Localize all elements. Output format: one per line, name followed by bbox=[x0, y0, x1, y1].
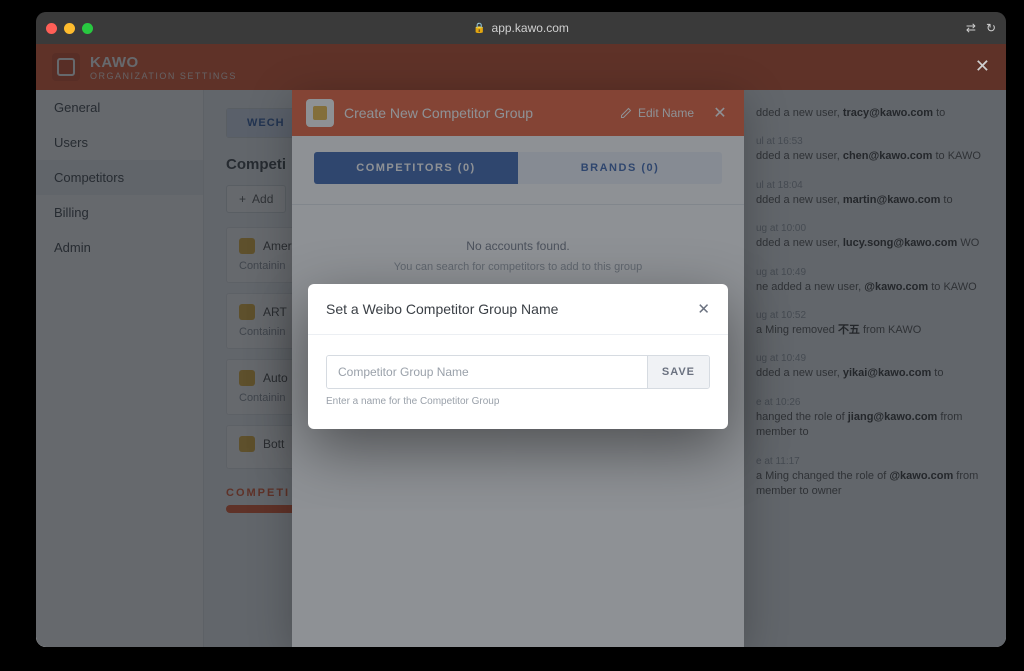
reload-icon[interactable]: ↻ bbox=[986, 21, 996, 35]
close-window-button[interactable] bbox=[46, 23, 57, 34]
group-name-input[interactable] bbox=[327, 356, 647, 388]
dialog-title: Set a Weibo Competitor Group Name bbox=[326, 301, 558, 317]
close-panel-button[interactable]: ✕ bbox=[975, 56, 990, 77]
url-text: app.kawo.com bbox=[492, 21, 569, 35]
maximize-window-button[interactable] bbox=[82, 23, 93, 34]
minimize-window-button[interactable] bbox=[64, 23, 75, 34]
translate-icon[interactable]: ⇄ bbox=[966, 21, 976, 35]
window-controls bbox=[46, 23, 93, 34]
address-bar[interactable]: 🔒 app.kawo.com bbox=[473, 21, 569, 35]
browser-toolbar: 🔒 app.kawo.com ⇄ ↻ bbox=[36, 12, 1006, 44]
input-hint: Enter a name for the Competitor Group bbox=[326, 396, 710, 407]
close-dialog-button[interactable]: ✕ bbox=[697, 300, 710, 318]
name-group-dialog: Set a Weibo Competitor Group Name ✕ SAVE… bbox=[308, 284, 728, 429]
save-button[interactable]: SAVE bbox=[647, 356, 709, 388]
lock-icon: 🔒 bbox=[473, 23, 485, 34]
